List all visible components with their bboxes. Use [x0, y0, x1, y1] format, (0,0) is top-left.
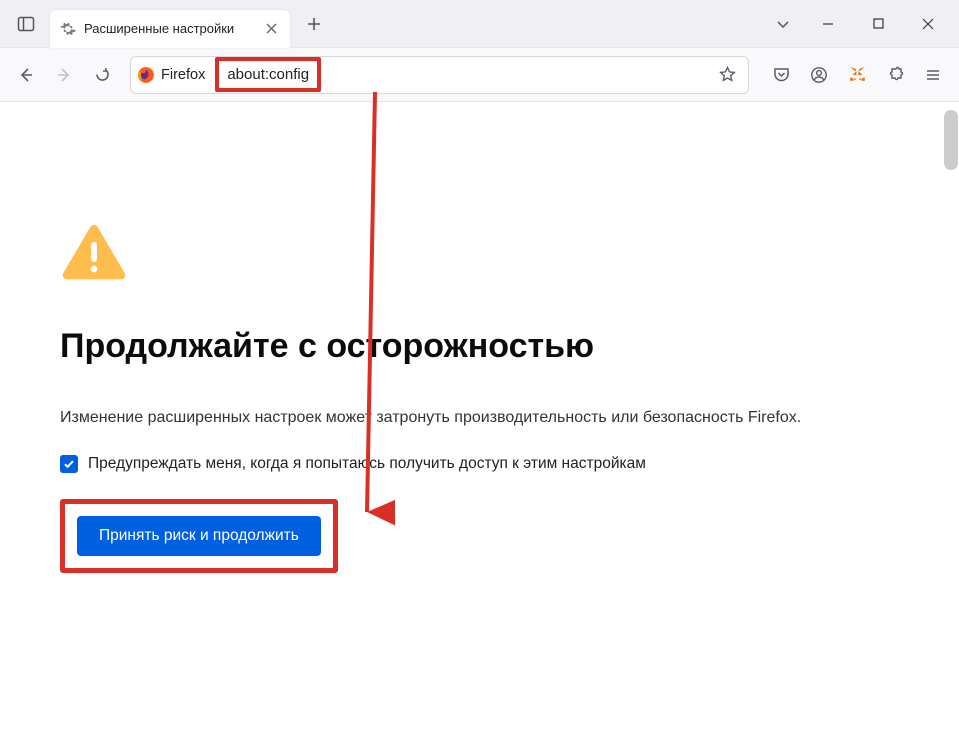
url-bar[interactable]: Firefox about:config: [130, 56, 749, 94]
window-controls: [805, 4, 951, 44]
close-icon: [922, 18, 934, 30]
account-icon: [810, 66, 828, 84]
extensions-button[interactable]: [877, 57, 913, 93]
window-minimize-button[interactable]: [805, 4, 851, 44]
warn-checkbox-row: Предупреждать меня, когда я попытаюсь по…: [60, 455, 899, 473]
page-content: Продолжайте с осторожностью Изменение ра…: [0, 102, 959, 748]
back-button[interactable]: [8, 57, 44, 93]
navigation-toolbar: Firefox about:config: [0, 48, 959, 102]
new-tab-button[interactable]: [298, 8, 330, 40]
hamburger-icon: [925, 67, 941, 83]
warning-icon: [60, 222, 899, 287]
plus-icon: [307, 17, 321, 31]
forward-button: [46, 57, 82, 93]
chevron-down-icon: [776, 17, 790, 31]
tab-close-button[interactable]: [262, 20, 280, 38]
browser-tab[interactable]: Расширенные настройки: [50, 10, 290, 48]
warn-checkbox-label: Предупреждать меня, когда я попытаюсь по…: [88, 455, 646, 473]
firefox-icon: [137, 66, 155, 84]
pocket-button[interactable]: [763, 57, 799, 93]
sidebar-icon: [17, 15, 35, 33]
bookmark-button[interactable]: [712, 60, 742, 90]
metamask-button[interactable]: [839, 57, 875, 93]
sidebar-toggle-button[interactable]: [8, 6, 44, 42]
warn-checkbox[interactable]: [60, 455, 78, 473]
window-close-button[interactable]: [905, 4, 951, 44]
identity-label: Firefox: [161, 67, 205, 83]
url-text: about:config: [215, 57, 321, 92]
window-maximize-button[interactable]: [855, 4, 901, 44]
arrow-right-icon: [55, 66, 73, 84]
gear-icon: [60, 21, 76, 37]
checkmark-icon: [63, 458, 75, 470]
accept-risk-button[interactable]: Принять риск и продолжить: [77, 516, 321, 556]
arrow-left-icon: [17, 66, 35, 84]
puzzle-icon: [887, 66, 904, 83]
account-button[interactable]: [801, 57, 837, 93]
reload-icon: [94, 66, 111, 83]
star-icon: [719, 66, 736, 83]
maximize-icon: [873, 18, 884, 29]
close-icon: [266, 23, 277, 34]
warning-body-text: Изменение расширенных настроек может зат…: [60, 406, 880, 431]
warning-heading: Продолжайте с осторожностью: [60, 327, 899, 366]
vertical-scrollbar[interactable]: [944, 110, 958, 170]
minimize-icon: [822, 18, 834, 30]
pocket-icon: [773, 66, 790, 83]
accept-button-highlight: Принять риск и продолжить: [60, 499, 338, 573]
app-menu-button[interactable]: [915, 57, 951, 93]
fox-icon: [848, 65, 867, 84]
tab-title: Расширенные настройки: [84, 21, 254, 36]
reload-button[interactable]: [84, 57, 120, 93]
list-tabs-button[interactable]: [765, 6, 801, 42]
tab-bar: Расширенные настройки: [0, 0, 959, 48]
